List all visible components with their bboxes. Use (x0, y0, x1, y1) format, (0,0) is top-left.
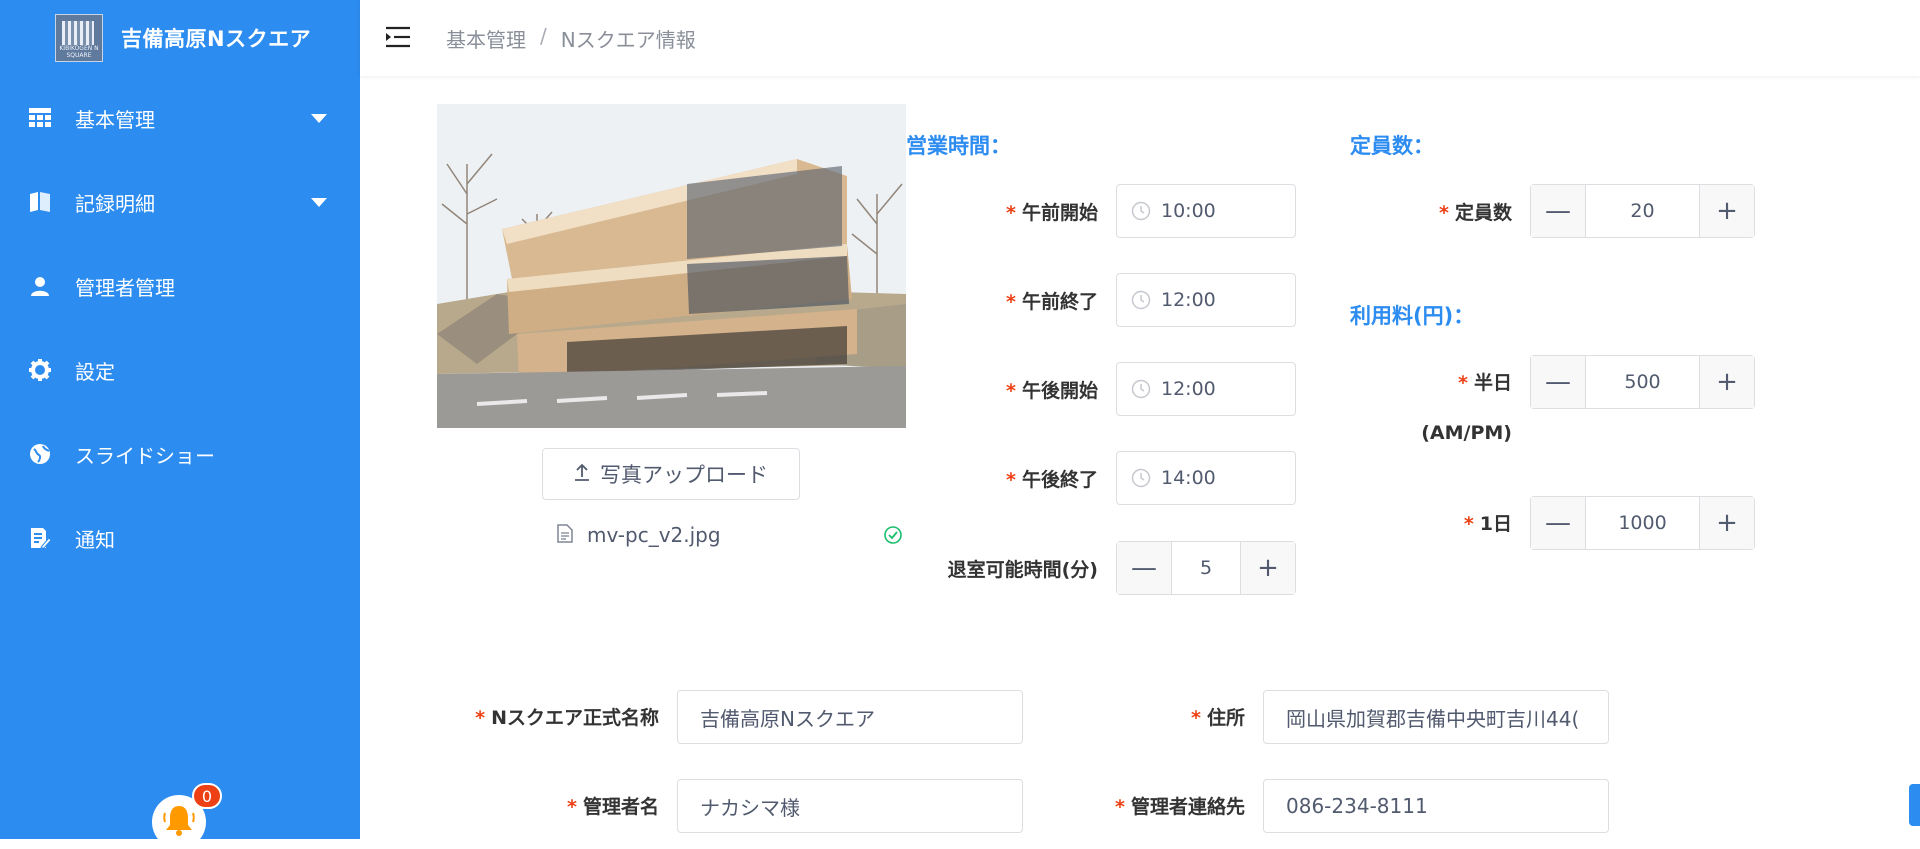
official-name-input[interactable]: 吉備高原Nスクエア (677, 690, 1023, 744)
clock-icon (1131, 290, 1151, 310)
sidebar-item-label: 管理者管理 (75, 275, 175, 300)
increment-button[interactable]: + (1700, 497, 1754, 549)
clock-icon (1131, 379, 1151, 399)
sidebar-item-label: 記録明細 (75, 191, 155, 216)
sidebar-item-label: 設定 (75, 359, 115, 384)
hours-section-title: 営業時間： (906, 134, 1011, 158)
document-edit-icon (28, 526, 52, 550)
notification-count-badge: 0 (192, 783, 222, 809)
file-name: mv-pc_v2.jpg (587, 523, 721, 547)
manager-name-input[interactable]: ナカシマ様 (677, 779, 1023, 833)
decrement-button[interactable]: — (1531, 497, 1585, 549)
decrement-button[interactable]: — (1531, 185, 1585, 237)
breadcrumb-current: Nスクエア情報 (560, 28, 696, 52)
upload-icon (574, 462, 590, 486)
half-day-fee-value[interactable]: 500 (1585, 356, 1700, 408)
upload-label: 写真アップロード (600, 463, 768, 487)
fees-section-title: 利用料(円)： (1350, 304, 1475, 328)
manager-contact-input[interactable]: 086-234-8111 (1263, 779, 1609, 833)
capacity-value[interactable]: 20 (1585, 185, 1700, 237)
globe-icon (28, 442, 52, 466)
capacity-section-title: 定員数： (1350, 134, 1434, 158)
sidebar-item-settings[interactable]: 設定 (0, 340, 360, 400)
sidebar-item-slideshow[interactable]: スライドショー (0, 424, 360, 484)
logo-text: KIBIKOGEN N SQUARE (59, 45, 99, 59)
decrement-button[interactable]: — (1531, 356, 1585, 408)
pm-start-value: 12:00 (1161, 378, 1216, 400)
app-title: 吉備高原Nスクエア (121, 27, 312, 51)
capacity-label: * 定員数 (1439, 202, 1512, 224)
pm-end-value: 14:00 (1161, 467, 1216, 489)
sidebar-item-label: 基本管理 (75, 107, 155, 132)
bell-icon (162, 803, 196, 841)
am-start-label: * 午前開始 (1006, 202, 1098, 224)
gear-icon (28, 358, 52, 382)
sidebar-item-basic[interactable]: 基本管理 (0, 88, 360, 148)
am-end-value: 12:00 (1161, 289, 1216, 311)
checkout-minutes-value[interactable]: 5 (1171, 542, 1241, 594)
manager-contact-label: * 管理者連絡先 (1115, 796, 1245, 818)
clock-icon (1131, 201, 1151, 221)
breadcrumb: 基本管理 / Nスクエア情報 (446, 24, 696, 53)
grid-icon (28, 106, 52, 130)
sidebar-item-label: 通知 (75, 527, 115, 552)
decrement-button[interactable]: — (1117, 542, 1171, 594)
am-start-time-picker[interactable]: 10:00 (1116, 184, 1296, 238)
checkout-minutes-label: 退室可能時間(分) (947, 559, 1098, 581)
file-icon (557, 523, 573, 547)
logo: KIBIKOGEN N SQUARE (55, 14, 103, 62)
sidebar: KIBIKOGEN N SQUARE 吉備高原Nスクエア 基本管理 記録明細 管… (0, 0, 360, 849)
manager-name-label: * 管理者名 (567, 796, 659, 818)
half-day-fee-label: * 半日 (1458, 372, 1512, 394)
full-day-fee-value[interactable]: 1000 (1585, 497, 1700, 549)
address-input[interactable]: 岡山県加賀郡吉備中央町吉川44( (1263, 690, 1609, 744)
header: 基本管理 / Nスクエア情報 (360, 0, 1920, 76)
increment-button[interactable]: + (1700, 356, 1754, 408)
pm-start-time-picker[interactable]: 12:00 (1116, 362, 1296, 416)
breadcrumb-separator: / (540, 24, 547, 48)
brand[interactable]: KIBIKOGEN N SQUARE 吉備高原Nスクエア (55, 14, 311, 62)
uploaded-file[interactable]: mv-pc_v2.jpg (557, 520, 902, 550)
increment-button[interactable]: + (1700, 185, 1754, 237)
capacity-stepper[interactable]: — 20 + (1530, 184, 1755, 238)
checkout-minutes-stepper[interactable]: — 5 + (1116, 541, 1296, 595)
sidebar-item-label: スライドショー (75, 443, 215, 468)
increment-button[interactable]: + (1241, 542, 1295, 594)
half-day-fee-stepper[interactable]: — 500 + (1530, 355, 1755, 409)
am-start-value: 10:00 (1161, 200, 1216, 222)
full-day-fee-stepper[interactable]: — 1000 + (1530, 496, 1755, 550)
book-icon (28, 190, 52, 214)
clock-icon (1131, 468, 1151, 488)
am-end-label: * 午前終了 (1006, 291, 1098, 313)
pm-start-label: * 午後開始 (1006, 380, 1098, 402)
sidebar-item-notifications[interactable]: 通知 (0, 508, 360, 568)
menu-toggle-icon[interactable] (386, 26, 410, 48)
sidebar-item-records[interactable]: 記録明細 (0, 172, 360, 232)
user-icon (28, 274, 52, 298)
breadcrumb-root[interactable]: 基本管理 (446, 24, 526, 53)
sidebar-item-admins[interactable]: 管理者管理 (0, 256, 360, 316)
pm-end-label: * 午後終了 (1006, 469, 1098, 491)
back-to-top-handle[interactable] (1909, 784, 1920, 826)
full-day-fee-label: * 1日 (1463, 513, 1512, 535)
caret-down-icon (311, 113, 327, 123)
official-name-label: * Nスクエア正式名称 (475, 707, 659, 729)
am-end-time-picker[interactable]: 12:00 (1116, 273, 1296, 327)
address-label: * 住所 (1191, 707, 1245, 729)
half-day-fee-sublabel: (AM/PM) (1421, 422, 1512, 444)
photo-upload-button[interactable]: 写真アップロード (542, 448, 800, 500)
caret-down-icon (311, 197, 327, 207)
check-circle-icon (884, 526, 902, 548)
pm-end-time-picker[interactable]: 14:00 (1116, 451, 1296, 505)
facility-photo (437, 104, 906, 428)
